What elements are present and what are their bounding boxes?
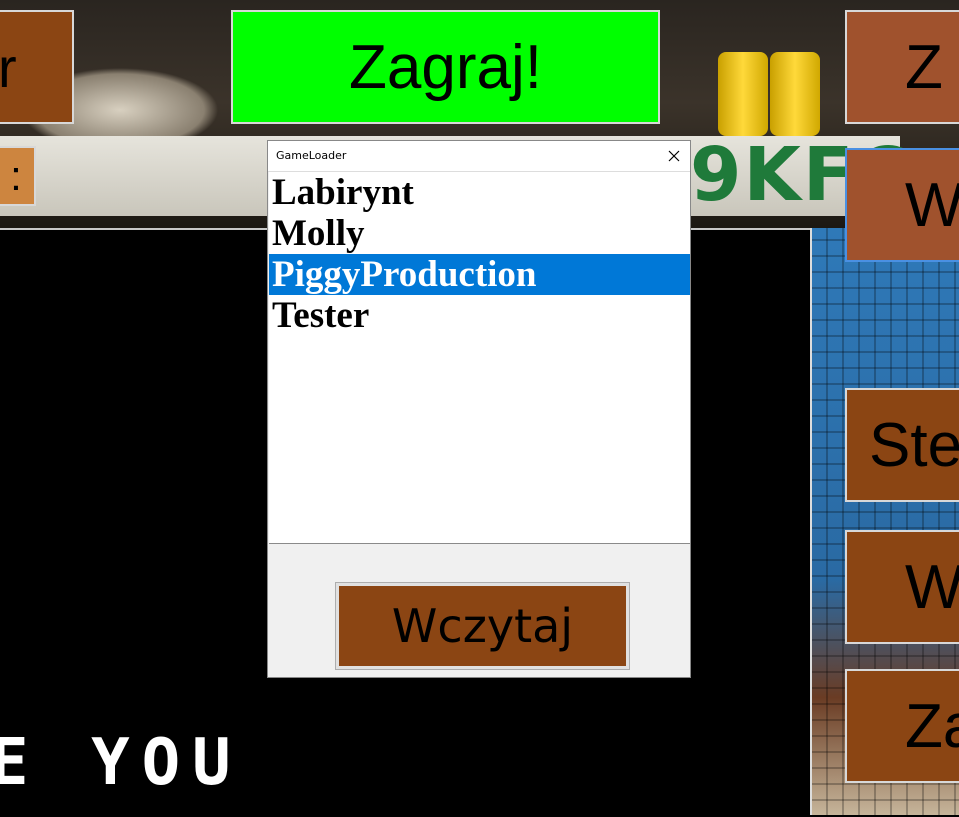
load-button-label: Wczytaj [339,586,626,666]
dialog-title: GameLoader [276,149,347,162]
yellow-can [770,52,820,136]
game-pixel-text: E YOU [0,726,243,800]
right-menu-button-2[interactable]: W [845,148,959,262]
close-button[interactable] [658,141,690,171]
gameloader-dialog: GameLoader Labirynt Molly PiggyProductio… [267,140,691,678]
left-small-button[interactable]: : [0,146,36,206]
dialog-titlebar[interactable]: GameLoader [268,141,690,172]
load-button[interactable]: Wczytaj [335,582,630,670]
right-menu-button-3[interactable]: Ste [845,388,959,502]
yellow-can [718,52,768,136]
list-item[interactable]: Tester [269,295,690,336]
left-menu-button[interactable]: r [0,10,74,124]
close-icon [668,150,680,162]
list-item[interactable]: Labirynt [269,172,690,213]
list-item-selected[interactable]: PiggyProduction [269,254,690,295]
right-menu-button-4[interactable]: W [845,530,959,644]
game-list[interactable]: Labirynt Molly PiggyProduction Tester [269,172,690,544]
list-item[interactable]: Molly [269,213,690,254]
right-menu-button-5[interactable]: Za [845,669,959,783]
right-menu-button-1[interactable]: Z [845,10,959,124]
play-button[interactable]: Zagraj! [231,10,660,124]
